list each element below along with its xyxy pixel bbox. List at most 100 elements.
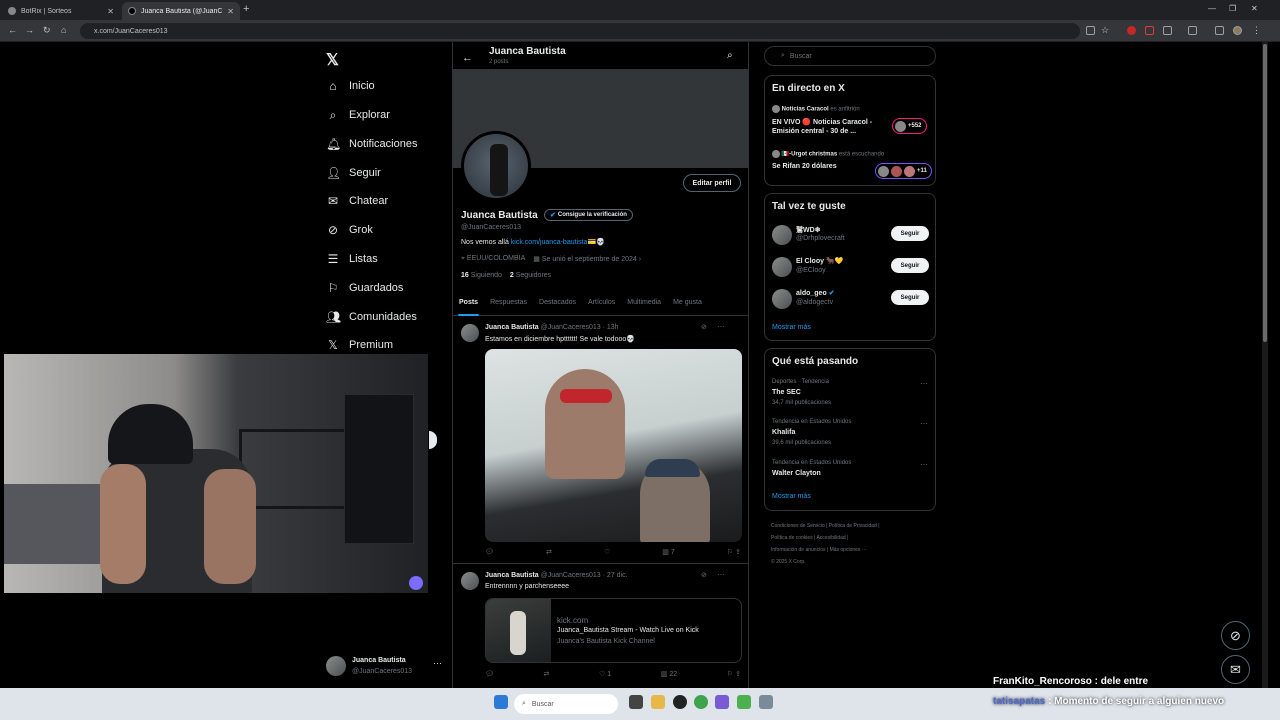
- tab-multimedia[interactable]: Multimedia: [621, 288, 667, 316]
- get-verified-button[interactable]: ✔ Consigue la verificación: [544, 209, 633, 221]
- footer-link[interactable]: Política de Privacidad: [829, 523, 877, 529]
- join-date[interactable]: ▦ Se unió el septiembre de 2024 ›: [533, 255, 641, 263]
- messages-fab[interactable]: ✉: [1221, 655, 1250, 684]
- tab-articulos[interactable]: Artículos: [582, 288, 621, 316]
- nav-item-comunidades[interactable]: 👥︎ Comunidades: [326, 306, 417, 328]
- show-more-link[interactable]: Mostrar más: [772, 324, 811, 331]
- share-icon[interactable]: ⇪: [735, 671, 741, 678]
- reply-icon[interactable]: 💬︎: [485, 670, 494, 678]
- task-view-icon[interactable]: [629, 695, 643, 709]
- windows-start-icon[interactable]: [494, 695, 508, 709]
- live-title-line[interactable]: Emisión central - 30 de ...: [772, 128, 856, 135]
- address-bar[interactable]: x.com/JuanCaceres013: [80, 23, 1080, 39]
- trend-item[interactable]: Tendencia en Estados Unidos Khalifa 39,6 m…: [772, 419, 930, 451]
- tab-destacados[interactable]: Destacados: [533, 288, 582, 316]
- browser-tab-botrix[interactable]: BotRix | Sorteos ✕: [2, 2, 120, 20]
- suggested-user[interactable]: aldo_geo ✔ @aldogectv Seguir: [772, 287, 930, 313]
- suggested-user[interactable]: 鷲WD❄ @Drhplovecraft Seguir: [772, 223, 930, 249]
- back-icon[interactable]: ←: [8, 25, 17, 35]
- live-listeners-pill[interactable]: +11: [875, 163, 932, 179]
- footer-link[interactable]: Información de anuncios: [771, 547, 825, 553]
- close-icon[interactable]: ✕: [107, 7, 114, 16]
- trend-item[interactable]: Deportes · Tendencia The SEC 34,7 mil publ…: [772, 379, 930, 411]
- tab-respuestas[interactable]: Respuestas: [484, 288, 533, 316]
- grok-icon[interactable]: ⊘: [701, 571, 707, 579]
- footer-link[interactable]: Más opciones ···: [830, 547, 867, 553]
- close-icon[interactable]: ✕: [227, 7, 234, 16]
- footer-link[interactable]: Política de cookies: [771, 535, 813, 541]
- follow-button[interactable]: Seguir: [891, 226, 929, 241]
- follow-button[interactable]: Seguir: [891, 290, 929, 305]
- post-bookmark-button[interactable]: ⚐ ⇪: [727, 548, 741, 556]
- file-explorer-icon[interactable]: [651, 695, 665, 709]
- more-icon[interactable]: ···: [433, 658, 442, 668]
- chrome-icon[interactable]: [694, 695, 708, 709]
- share-icon[interactable]: ⇪: [735, 549, 741, 556]
- views-button[interactable]: ▥ 7: [662, 548, 674, 556]
- x-logo[interactable]: 𝕏: [326, 50, 339, 70]
- grok-fab[interactable]: ⊘: [1221, 621, 1250, 650]
- nav-item-notificaciones[interactable]: 🔔︎ Notificaciones: [326, 133, 417, 155]
- live-title-line[interactable]: Se Rifan 20 dólares: [772, 163, 837, 170]
- footer-link[interactable]: Condiciones de Servicio: [771, 523, 825, 529]
- extension-icon[interactable]: [1145, 26, 1154, 35]
- home-icon[interactable]: ⌂: [61, 25, 66, 35]
- like-button[interactable]: ♡ 1: [599, 670, 611, 678]
- more-icon[interactable]: ···: [920, 379, 928, 388]
- reload-icon[interactable]: ↻: [43, 25, 51, 36]
- post[interactable]: Juanca Bautista @JuanCaceres013 · 27 dic…: [453, 565, 748, 688]
- nav-item-listas[interactable]: ☰ Listas: [326, 248, 378, 270]
- scroll-handle[interactable]: [429, 431, 437, 449]
- forward-icon[interactable]: →: [25, 25, 34, 35]
- nav-item-guardados[interactable]: ⚐ Guardados: [326, 277, 404, 299]
- app-icon[interactable]: [673, 695, 687, 709]
- nav-item-inicio[interactable]: ⌂ Inicio: [326, 75, 374, 97]
- follow-button[interactable]: Seguir: [891, 258, 929, 273]
- nav-item-seguir[interactable]: 👤︎ Seguir: [326, 162, 381, 184]
- download-icon[interactable]: [1215, 26, 1224, 35]
- menu-icon[interactable]: ⋮: [1252, 25, 1261, 36]
- bookmark-star-icon[interactable]: ☆: [1101, 25, 1109, 36]
- more-icon[interactable]: ···: [920, 460, 928, 469]
- show-more-link[interactable]: Mostrar más: [772, 493, 811, 500]
- nav-item-premium[interactable]: 𝕏 Premium: [326, 334, 393, 356]
- tab-posts[interactable]: Posts: [453, 288, 484, 316]
- views-button[interactable]: ▥ 22: [661, 670, 677, 678]
- search-input[interactable]: ⌕ Buscar: [764, 46, 936, 66]
- window-close-icon[interactable]: ✕: [1251, 4, 1258, 13]
- taskbar-search[interactable]: ⌕ Buscar: [514, 694, 618, 714]
- account-switcher[interactable]: Juanca Bautista @JuanCaceres013 ···: [326, 654, 446, 680]
- avatar[interactable]: [461, 324, 479, 342]
- bio-link[interactable]: kick.com/juanca-bautista: [511, 239, 588, 246]
- maximize-icon[interactable]: ❐: [1229, 4, 1236, 13]
- extension-icon[interactable]: [1086, 26, 1095, 35]
- more-icon[interactable]: ···: [920, 419, 928, 428]
- browser-tab-x-profile[interactable]: Juanca Bautista (@JuanCacer… ✕: [122, 2, 240, 20]
- reply-icon[interactable]: 💬︎: [485, 548, 494, 556]
- repost-icon[interactable]: ⇄: [544, 670, 550, 678]
- live-listeners-pill[interactable]: +552: [892, 118, 927, 134]
- followers-link[interactable]: 2 Seguidores: [510, 272, 551, 279]
- nav-item-grok[interactable]: ⊘ Grok: [326, 219, 373, 241]
- extension-icon[interactable]: [1127, 26, 1136, 35]
- post[interactable]: Juanca Bautista @JuanCaceres013 · 13h ⊘ …: [453, 317, 748, 564]
- page-scrollbar[interactable]: [1262, 42, 1268, 688]
- more-icon[interactable]: ···: [717, 322, 725, 331]
- settings-icon[interactable]: [759, 695, 773, 709]
- nav-item-chatear[interactable]: ✉ Chatear: [326, 190, 388, 212]
- footer-link[interactable]: Accesibilidad: [817, 535, 846, 541]
- profile-avatar[interactable]: [1233, 26, 1242, 35]
- minimize-icon[interactable]: —: [1208, 4, 1216, 13]
- puzzle-icon[interactable]: [1163, 26, 1172, 35]
- link-card[interactable]: kick.com Juanca_Bautista Stream - Watch …: [485, 598, 742, 663]
- minecraft-icon[interactable]: [737, 695, 751, 709]
- post-author[interactable]: Juanca Bautista: [485, 324, 539, 331]
- avatar[interactable]: [461, 572, 479, 590]
- search-icon[interactable]: ⌕: [727, 50, 733, 61]
- discord-icon[interactable]: [715, 695, 729, 709]
- post-image[interactable]: [485, 349, 742, 542]
- following-link[interactable]: 16 Siguiendo: [461, 272, 502, 279]
- profile-avatar[interactable]: [461, 131, 531, 201]
- suggested-user[interactable]: El Clooy 🐂💛 @EClooy Seguir: [772, 255, 930, 281]
- trend-item[interactable]: Tendencia en Estados Unidos Walter Clayto…: [772, 460, 930, 482]
